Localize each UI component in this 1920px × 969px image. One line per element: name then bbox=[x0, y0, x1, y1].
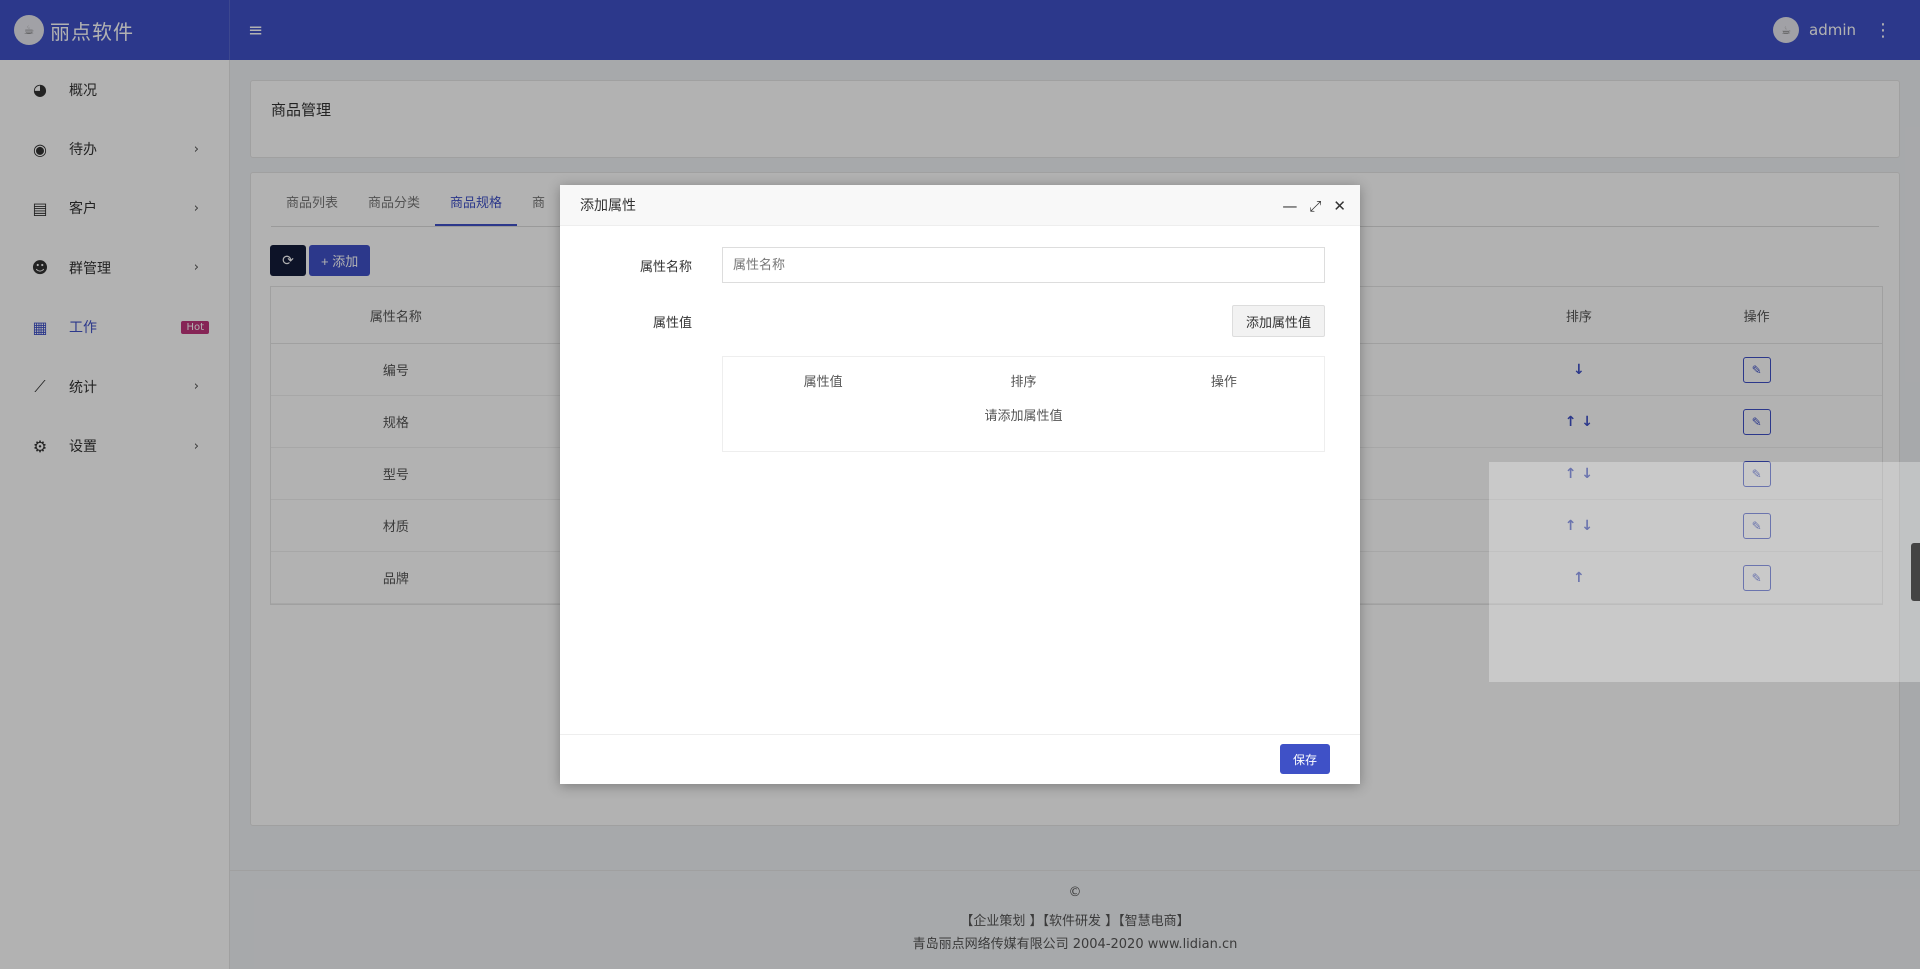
attribute-name-input[interactable] bbox=[722, 247, 1325, 283]
save-button[interactable]: 保存 bbox=[1280, 744, 1330, 774]
add-value-button[interactable]: 添加属性值 bbox=[1232, 305, 1325, 337]
close-icon[interactable]: ✕ bbox=[1333, 197, 1346, 215]
empty-message: 请添加属性值 bbox=[984, 409, 1063, 424]
values-table-header: 属性值 排序 操作 bbox=[723, 357, 1324, 403]
maximize-icon[interactable]: ⤢ bbox=[1309, 197, 1321, 215]
add-attribute-dialog: 添加属性 — ⤢ ✕ 属性名称 属性值 添加属性值 属性值 排序 操作 请添加属… bbox=[560, 185, 1360, 784]
header-sort: 排序 bbox=[1010, 374, 1037, 390]
dialog-header[interactable]: 添加属性 — ⤢ ✕ bbox=[560, 185, 1360, 226]
dialog-footer: 保存 bbox=[560, 734, 1360, 784]
side-drawer-handle[interactable] bbox=[1911, 543, 1920, 601]
dialog-title: 添加属性 bbox=[580, 198, 636, 214]
header-actions: 操作 bbox=[1210, 374, 1237, 390]
values-table: 属性值 排序 操作 请添加属性值 bbox=[722, 356, 1325, 452]
header-value: 属性值 bbox=[803, 374, 843, 390]
attribute-name-label: 属性名称 bbox=[639, 259, 692, 275]
minimize-icon[interactable]: — bbox=[1282, 197, 1297, 215]
dialog-controls: — ⤢ ✕ bbox=[1282, 185, 1346, 226]
attribute-value-label: 属性值 bbox=[652, 315, 692, 331]
ghost-panel bbox=[1489, 462, 1920, 682]
